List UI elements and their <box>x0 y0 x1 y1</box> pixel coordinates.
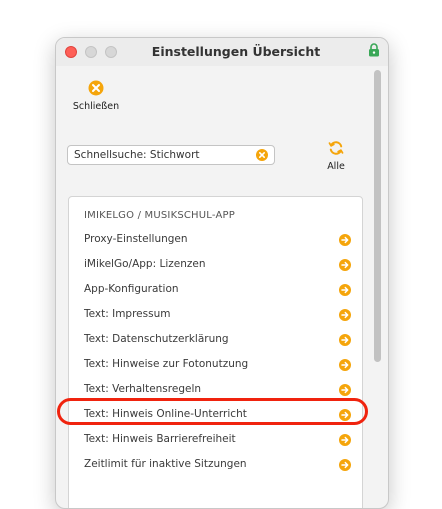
show-all-button[interactable]: Alle <box>318 140 354 176</box>
arrow-right-icon[interactable] <box>339 234 351 246</box>
list-item-lizenzen[interactable]: iMikelGo/App: Lizenzen <box>69 252 362 277</box>
scrollbar-thumb[interactable] <box>374 70 381 362</box>
highlight-annotation <box>57 398 368 425</box>
list-item-datenschutzerklaerung[interactable]: Text: Datenschutzerklärung <box>69 327 362 352</box>
arrow-right-icon[interactable] <box>339 359 351 371</box>
arrow-right-icon[interactable] <box>339 434 351 446</box>
list-item-label: Text: Datenschutzerklärung <box>84 333 229 345</box>
section-title: IMIKELGO / MUSIKSCHUL-APP <box>84 210 235 221</box>
list-item-label: App-Konfiguration <box>84 283 179 295</box>
arrow-right-icon[interactable] <box>339 284 351 296</box>
arrow-right-icon[interactable] <box>339 334 351 346</box>
list-item-label: Text: Hinweis Barrierefreiheit <box>84 433 236 445</box>
arrow-right-icon[interactable] <box>339 309 351 321</box>
search-input[interactable]: Schnellsuche: Stichwort <box>74 149 200 161</box>
title-bar[interactable]: Einstellungen Übersicht <box>56 38 388 66</box>
arrow-right-icon[interactable] <box>339 459 351 471</box>
list-item-label: Text: Impressum <box>84 308 171 320</box>
list-item-barrierefreiheit[interactable]: Text: Hinweis Barrierefreiheit <box>69 427 362 452</box>
settings-list: IMIKELGO / MUSIKSCHUL-APP Proxy-Einstell… <box>68 196 363 508</box>
window-close-button[interactable] <box>65 46 77 58</box>
arrow-right-icon[interactable] <box>339 259 351 271</box>
list-item-label: Zeitlimit für inaktive Sitzungen <box>84 458 247 470</box>
show-all-label: Alle <box>327 161 345 172</box>
list-item-label: Proxy-Einstellungen <box>84 233 188 245</box>
list-item-fotonutzung[interactable]: Text: Hinweise zur Fotonutzung <box>69 352 362 377</box>
list-item-label: Text: Verhaltensregeln <box>84 383 202 395</box>
window-title: Einstellungen Übersicht <box>151 44 321 59</box>
list-item-proxy-einstellungen[interactable]: Proxy-Einstellungen <box>69 227 362 252</box>
close-button-label: Schließen <box>72 101 120 112</box>
lock-icon <box>369 43 379 57</box>
arrow-right-icon[interactable] <box>339 384 351 396</box>
settings-window: Einstellungen Übersicht Schließen Schnel… <box>55 37 389 509</box>
list-item-label: Text: Hinweise zur Fotonutzung <box>84 358 249 370</box>
window-zoom-button[interactable] <box>105 46 117 58</box>
list-item-label: iMikelGo/App: Lizenzen <box>84 258 206 270</box>
clear-search-icon[interactable] <box>256 149 268 161</box>
window-minimize-button[interactable] <box>85 46 97 58</box>
list-item-zeitlimit[interactable]: Zeitlimit für inaktive Sitzungen <box>69 452 362 477</box>
refresh-icon <box>328 141 344 155</box>
list-item-app-konfiguration[interactable]: App-Konfiguration <box>69 277 362 302</box>
list-item-impressum[interactable]: Text: Impressum <box>69 302 362 327</box>
close-button[interactable]: Schließen <box>66 80 126 120</box>
close-circle-icon <box>88 80 104 96</box>
search-field[interactable]: Schnellsuche: Stichwort <box>67 145 275 165</box>
